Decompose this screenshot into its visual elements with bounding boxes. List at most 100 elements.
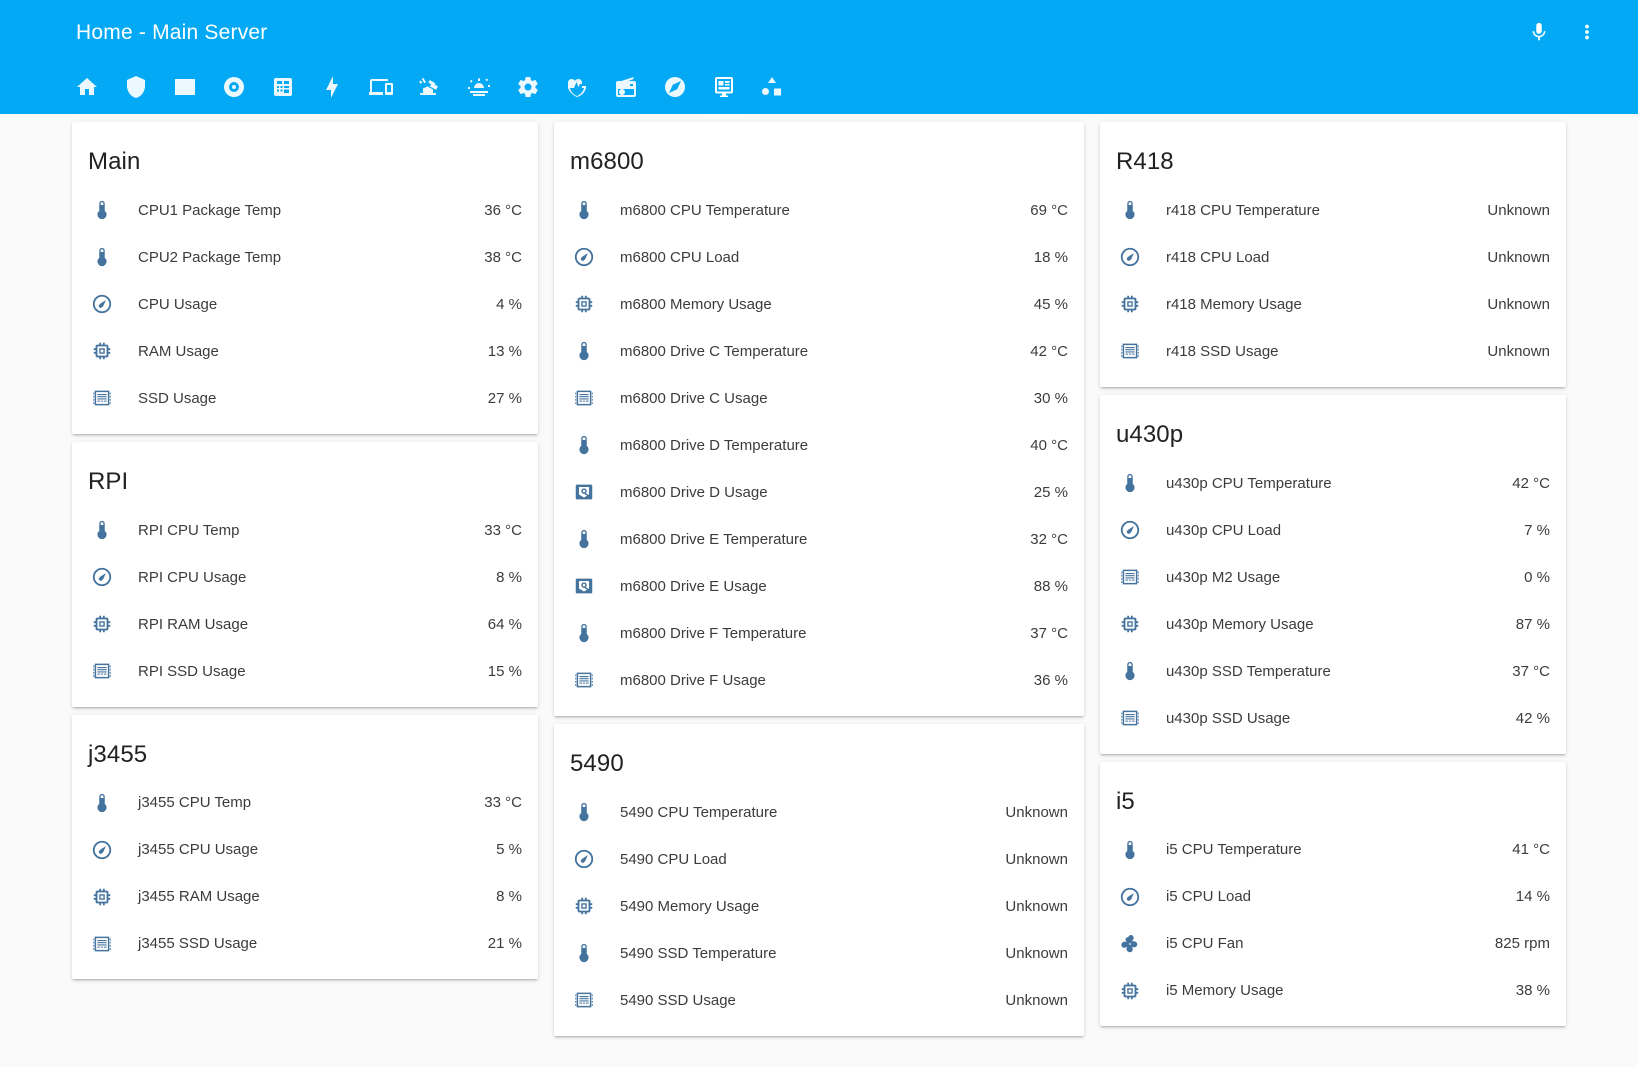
tab-home[interactable] xyxy=(62,64,111,114)
entity-row[interactable]: CPU1 Package Temp 36 °C xyxy=(72,187,538,234)
tab-weather[interactable] xyxy=(454,64,503,114)
ssd-icon[interactable] xyxy=(82,387,122,409)
memory-icon[interactable] xyxy=(82,613,122,635)
thermometer-icon[interactable] xyxy=(564,340,604,362)
entity-value[interactable]: 42 % xyxy=(1504,710,1550,727)
entity-row[interactable]: j3455 SSD Usage 21 % xyxy=(72,920,538,967)
entity-row[interactable]: 5490 CPU Temperature Unknown xyxy=(554,789,1084,836)
entity-value[interactable]: 42 °C xyxy=(1018,343,1068,360)
entity-value[interactable]: 64 % xyxy=(476,616,522,633)
entity-row[interactable]: CPU2 Package Temp 38 °C xyxy=(72,234,538,281)
entity-value[interactable]: 36 °C xyxy=(472,202,522,219)
entity-row[interactable]: m6800 Drive C Usage 30 % xyxy=(554,375,1084,422)
ssd-icon[interactable] xyxy=(82,933,122,955)
entity-row[interactable]: RPI SSD Usage 15 % xyxy=(72,648,538,695)
entity-row[interactable]: m6800 Drive D Temperature 40 °C xyxy=(554,422,1084,469)
entity-value[interactable]: 41 °C xyxy=(1500,841,1550,858)
entity-value[interactable]: 14 % xyxy=(1504,888,1550,905)
overflow-menu-icon[interactable] xyxy=(1570,15,1604,49)
thermometer-icon[interactable] xyxy=(564,622,604,644)
thermometer-icon[interactable] xyxy=(82,519,122,541)
entity-row[interactable]: i5 Memory Usage 38 % xyxy=(1100,967,1566,1014)
ssd-icon[interactable] xyxy=(82,660,122,682)
entity-value[interactable]: 0 % xyxy=(1512,569,1550,586)
entity-value[interactable]: Unknown xyxy=(993,992,1068,1009)
entity-row[interactable]: m6800 Memory Usage 45 % xyxy=(554,281,1084,328)
thermometer-icon[interactable] xyxy=(1110,472,1150,494)
entity-row[interactable]: r418 Memory Usage Unknown xyxy=(1100,281,1566,328)
ssd-icon[interactable] xyxy=(1110,707,1150,729)
entity-value[interactable]: 40 °C xyxy=(1018,437,1068,454)
entity-row[interactable]: u430p SSD Temperature 37 °C xyxy=(1100,648,1566,695)
tab-meters[interactable] xyxy=(258,64,307,114)
entity-value[interactable]: 7 % xyxy=(1512,522,1550,539)
entity-value[interactable]: 32 °C xyxy=(1018,531,1068,548)
gauge-icon[interactable] xyxy=(82,839,122,861)
entity-row[interactable]: 5490 Memory Usage Unknown xyxy=(554,883,1084,930)
memory-icon[interactable] xyxy=(82,340,122,362)
thermometer-icon[interactable] xyxy=(1110,660,1150,682)
entity-value[interactable]: 38 °C xyxy=(472,249,522,266)
fan-icon[interactable] xyxy=(1110,933,1150,955)
entity-value[interactable]: 69 °C xyxy=(1018,202,1068,219)
entity-row[interactable]: SSD Usage 27 % xyxy=(72,375,538,422)
thermometer-icon[interactable] xyxy=(564,942,604,964)
entity-row[interactable]: r418 CPU Temperature Unknown xyxy=(1100,187,1566,234)
thermometer-icon[interactable] xyxy=(564,199,604,221)
entity-row[interactable]: 5490 CPU Load Unknown xyxy=(554,836,1084,883)
entity-row[interactable]: j3455 CPU Usage 5 % xyxy=(72,826,538,873)
entity-value[interactable]: 21 % xyxy=(476,935,522,952)
ssd-icon[interactable] xyxy=(564,387,604,409)
entity-row[interactable]: m6800 Drive F Usage 36 % xyxy=(554,657,1084,704)
entity-row[interactable]: u430p CPU Load 7 % xyxy=(1100,507,1566,554)
entity-value[interactable]: 37 °C xyxy=(1500,663,1550,680)
tab-explore[interactable] xyxy=(650,64,699,114)
entity-value[interactable]: 15 % xyxy=(476,663,522,680)
entity-row[interactable]: RPI CPU Usage 8 % xyxy=(72,554,538,601)
thermometer-icon[interactable] xyxy=(564,528,604,550)
entity-value[interactable]: 30 % xyxy=(1022,390,1068,407)
entity-value[interactable]: 42 °C xyxy=(1500,475,1550,492)
thermometer-icon[interactable] xyxy=(82,246,122,268)
tab-vacuum[interactable] xyxy=(209,64,258,114)
gauge-icon[interactable] xyxy=(82,566,122,588)
entity-row[interactable]: u430p M2 Usage 0 % xyxy=(1100,554,1566,601)
entity-value[interactable]: 87 % xyxy=(1504,616,1550,633)
entity-value[interactable]: 8 % xyxy=(484,888,522,905)
gauge-icon[interactable] xyxy=(82,293,122,315)
entity-value[interactable]: Unknown xyxy=(1475,296,1550,313)
ssd-icon[interactable] xyxy=(1110,566,1150,588)
entity-row[interactable]: m6800 CPU Temperature 69 °C xyxy=(554,187,1084,234)
entity-row[interactable]: RAM Usage 13 % xyxy=(72,328,538,375)
entity-row[interactable]: r418 CPU Load Unknown xyxy=(1100,234,1566,281)
thermometer-icon[interactable] xyxy=(82,199,122,221)
thermometer-icon[interactable] xyxy=(82,792,122,814)
entity-row[interactable]: m6800 CPU Load 18 % xyxy=(554,234,1084,281)
gauge-icon[interactable] xyxy=(1110,246,1150,268)
tab-energy[interactable] xyxy=(307,64,356,114)
memory-icon[interactable] xyxy=(82,886,122,908)
entity-row[interactable]: u430p SSD Usage 42 % xyxy=(1100,695,1566,742)
entity-row[interactable]: i5 CPU Temperature 41 °C xyxy=(1100,826,1566,873)
entity-value[interactable]: 18 % xyxy=(1022,249,1068,266)
entity-value[interactable]: 27 % xyxy=(476,390,522,407)
entity-row[interactable]: i5 CPU Fan 825 rpm xyxy=(1100,920,1566,967)
tab-health[interactable] xyxy=(552,64,601,114)
entity-value[interactable]: 13 % xyxy=(476,343,522,360)
tab-misc[interactable] xyxy=(748,64,797,114)
tab-cameras[interactable] xyxy=(405,64,454,114)
entity-value[interactable]: 88 % xyxy=(1022,578,1068,595)
entity-row[interactable]: RPI CPU Temp 33 °C xyxy=(72,507,538,554)
entity-value[interactable]: 8 % xyxy=(484,569,522,586)
entity-row[interactable]: RPI RAM Usage 64 % xyxy=(72,601,538,648)
microphone-icon[interactable] xyxy=(1522,15,1556,49)
entity-row[interactable]: j3455 CPU Temp 33 °C xyxy=(72,779,538,826)
entity-row[interactable]: m6800 Drive D Usage 25 % xyxy=(554,469,1084,516)
thermometer-icon[interactable] xyxy=(564,434,604,456)
entity-value[interactable]: 33 °C xyxy=(472,522,522,539)
entity-value[interactable]: Unknown xyxy=(1475,249,1550,266)
gauge-icon[interactable] xyxy=(1110,886,1150,908)
entity-value[interactable]: Unknown xyxy=(993,851,1068,868)
entity-row[interactable]: 5490 SSD Temperature Unknown xyxy=(554,930,1084,977)
entity-value[interactable]: Unknown xyxy=(993,945,1068,962)
